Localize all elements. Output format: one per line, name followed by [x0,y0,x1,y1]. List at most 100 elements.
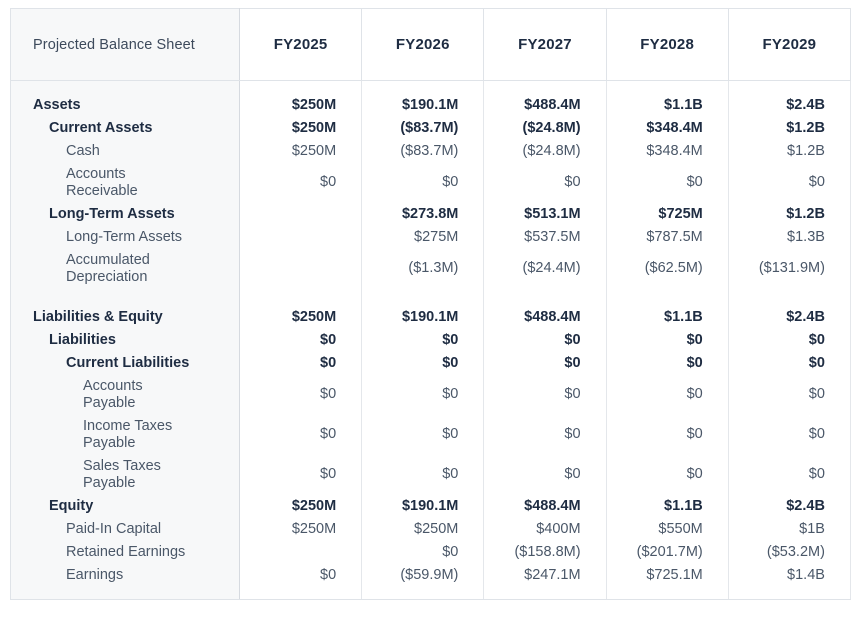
cell-fy2027: ($24.8M) [483,116,607,140]
spacer-cell [483,586,607,600]
spacer-cell [361,80,485,94]
cell-fy2027: $400M [483,517,607,541]
cell-fy2029: $0 [727,328,851,352]
table-body: Assets $250M $190.1M $488.4M $1.1B $2.4B Curre… [10,80,851,600]
cell-fy2028: $348.4M [605,116,729,140]
spacer-cell [727,288,851,306]
row-label: Liabilities & Equity [10,305,240,329]
cell-fy2025: $0 [238,374,363,415]
table-row: Cash $250M ($83.7M) ($24.8M) $348.4M $1.2B [10,139,851,163]
spacer-cell [483,288,607,306]
column-header-fy2029: FY2029 [727,8,851,81]
cell-fy2027: $0 [483,374,607,415]
cell-fy2025: $0 [238,563,363,587]
cell-fy2026: $275M [361,225,485,249]
table-row: Sales Taxes Payable $0 $0 $0 $0 $0 [10,454,851,495]
spacer-cell [238,586,363,600]
cell-fy2025 [238,248,363,289]
cell-fy2028: $0 [605,162,729,203]
table-row: Accumulated Depreciation ($1.3M) ($24.4M)(… [10,248,851,289]
cell-fy2027: $0 [483,162,607,203]
cell-fy2027: $0 [483,414,607,455]
balance-sheet-table: Projected Balance Sheet FY2025 FY2026 FY… [0,0,860,627]
cell-fy2028: $0 [605,328,729,352]
cell-fy2027: $513.1M [483,202,607,226]
cell-fy2026: $273.8M [361,202,485,226]
table-row: Liabilities & Equity $250M $190.1M $488.4M $… [10,305,851,329]
column-header-fy2028: FY2028 [605,8,729,81]
row-label: Earnings [10,563,240,587]
cell-fy2029: $1.2B [727,116,851,140]
row-label: Retained Earnings [10,540,240,564]
cell-fy2028: $0 [605,454,729,495]
cell-fy2029: ($131.9M) [727,248,851,289]
cell-fy2026: $0 [361,328,485,352]
spacer-cell [483,80,607,94]
cell-fy2025: $250M [238,116,363,140]
cell-fy2029: $1.3B [727,225,851,249]
cell-fy2026: $0 [361,540,485,564]
table-row: Liabilities $0 $0 $0 $0 $0 [10,328,851,352]
table-row: Long-Term Assets $275M $537.5M $787.5M $1.3B [10,225,851,249]
cell-fy2025 [238,202,363,226]
cell-fy2026: ($59.9M) [361,563,485,587]
cell-fy2028: $1.1B [605,305,729,329]
row-label: Cash [10,139,240,163]
cell-fy2026: $0 [361,414,485,455]
spacer-cell [605,586,729,600]
cell-fy2027: $0 [483,328,607,352]
cell-fy2026: $190.1M [361,93,485,117]
row-label: Accumulated Depreciation [10,248,240,289]
row-label: Long-Term Assets [10,225,240,249]
row-label: Current Assets [10,116,240,140]
cell-fy2026: $0 [361,374,485,415]
cell-fy2029: $2.4B [727,494,851,518]
row-label: Liabilities [10,328,240,352]
table-row: Current Liabilities $0 $0 $0 $0 $0 [10,351,851,375]
cell-fy2028: $725M [605,202,729,226]
cell-fy2028: ($62.5M) [605,248,729,289]
spacer-cell [361,586,485,600]
cell-fy2028: ($201.7M) [605,540,729,564]
row-label: Sales Taxes Payable [10,454,240,495]
cell-fy2029: $1B [727,517,851,541]
cell-fy2027: $537.5M [483,225,607,249]
cell-fy2026: $0 [361,454,485,495]
cell-fy2026: $0 [361,162,485,203]
cell-fy2025: $0 [238,351,363,375]
row-label-text: Sales Taxes Payable [83,457,161,491]
cell-fy2026: $250M [361,517,485,541]
cell-fy2027: ($24.4M) [483,248,607,289]
table-row: Retained Earnings $0 ($158.8M) ($201.7M) ($5… [10,540,851,564]
cell-fy2025: $250M [238,517,363,541]
cell-fy2028: $787.5M [605,225,729,249]
table-row: Long-Term Assets $273.8M $513.1M $725M $1.2B [10,202,851,226]
cell-fy2029: $2.4B [727,93,851,117]
table-row: Income Taxes Payable $0 $0 $0 $0 $0 [10,414,851,455]
table-row: Equity $250M $190.1M $488.4M $1.1B $2.4B [10,494,851,518]
table-top-padding [10,80,851,94]
cell-fy2025: $0 [238,162,363,203]
cell-fy2025: $250M [238,305,363,329]
cell-fy2027: ($24.8M) [483,139,607,163]
cell-fy2027: $247.1M [483,563,607,587]
cell-fy2029: $0 [727,162,851,203]
cell-fy2029: $1.2B [727,202,851,226]
spacer-cell [10,80,240,94]
table-bottom-padding [10,586,851,600]
cell-fy2029: $1.4B [727,563,851,587]
table-title: Projected Balance Sheet [10,8,240,81]
cell-fy2027: $0 [483,351,607,375]
table-row: Earnings $0 ($59.9M) $247.1M $725.1M $1.4B [10,563,851,587]
cell-fy2026: $0 [361,351,485,375]
cell-fy2029: $2.4B [727,305,851,329]
cell-fy2025: $250M [238,494,363,518]
cell-fy2025: $0 [238,328,363,352]
section-spacer-row [10,288,851,306]
cell-fy2026: $190.1M [361,494,485,518]
cell-fy2028: $0 [605,414,729,455]
cell-fy2028: $0 [605,351,729,375]
row-label-text: Income Taxes Payable [83,417,173,451]
table-header: Projected Balance Sheet FY2025 FY2026 FY… [10,8,851,81]
cell-fy2029: $1.2B [727,139,851,163]
